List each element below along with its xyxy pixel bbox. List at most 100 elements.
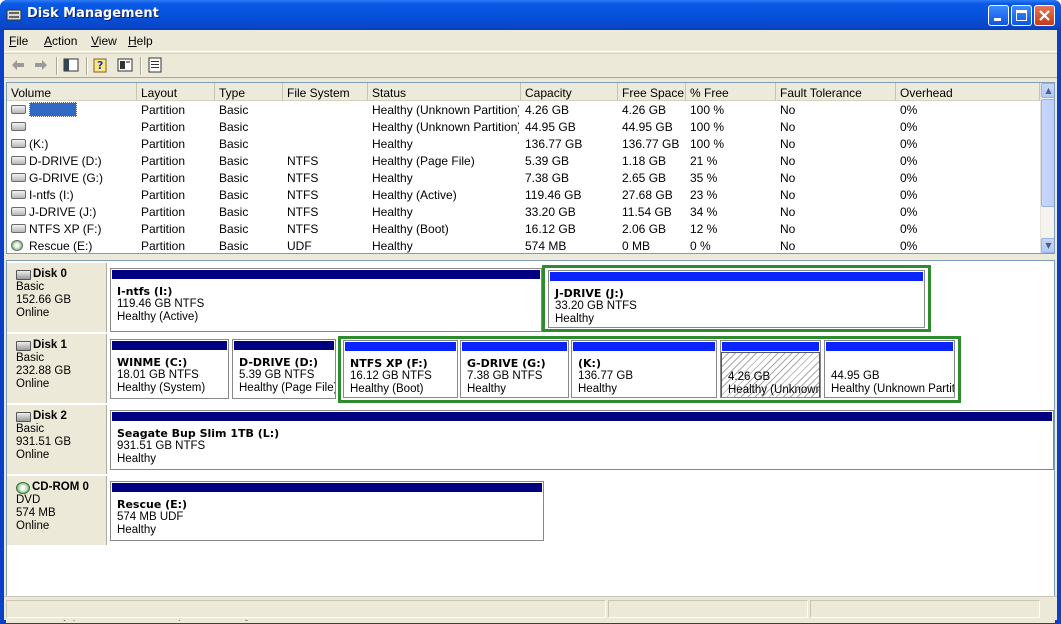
partition-color-bar (111, 482, 543, 493)
partition-block[interactable]: G-DRIVE (G:) 7.38 GB NTFS Healthy (460, 340, 569, 398)
cell-overhead: 0% (900, 239, 918, 253)
cell-free: 2.06 GB (622, 222, 667, 236)
disk-status: Online (16, 378, 50, 390)
cell-layout: Partition (141, 137, 186, 151)
partition-color-bar (461, 341, 568, 352)
forward-arrow-button[interactable] (32, 57, 50, 75)
partition-color-bar (111, 269, 541, 280)
cell-fault: No (780, 188, 796, 202)
volume-row[interactable]: NTFS XP (F:) Partition Basic NTFS Healthy (B… (7, 220, 1040, 237)
title-bar[interactable]: Disk Management (0, 0, 1061, 30)
volume-row[interactable]: I-ntfs (I:) Partition Basic NTFS Healthy (Ac… (7, 186, 1040, 203)
partition-color-bar (549, 271, 924, 282)
partition-block[interactable]: Rescue (E:) 574 MB UDF Healthy (110, 481, 544, 541)
partition-name: I-ntfs (I:) (117, 285, 173, 298)
minimize-button[interactable] (988, 5, 1009, 26)
cell-volume: NTFS XP (F:) (29, 222, 102, 236)
disk-info[interactable]: Disk 2 Basic 931.51 GB Online (7, 405, 107, 474)
column-header-layout[interactable]: Layout (137, 83, 215, 101)
volume-list-header: Volume Layout Type File System Status Capacit… (7, 83, 1040, 101)
help-button[interactable]: ? (92, 57, 110, 75)
cell-capacity: 119.46 GB (525, 188, 582, 202)
partition-block[interactable]: I-ntfs (I:) 119.46 GB NTFS Healthy (Active… (110, 268, 542, 332)
cell-fs: NTFS (287, 205, 319, 219)
cell-type: Basic (219, 120, 249, 134)
partition-block[interactable]: J-DRIVE (J:) 33.20 GB NTFS Healthy (548, 270, 925, 328)
disk-info[interactable]: Disk 0 Basic 152.66 GB Online (7, 263, 107, 332)
show-hide-console-tree-button[interactable] (62, 57, 80, 75)
disk-info[interactable]: CD-ROM 0 DVD 574 MB Online (7, 476, 107, 545)
disk-size: 232.88 GB (16, 365, 71, 377)
menu-file[interactable]: File (9, 34, 28, 48)
column-header-overhead[interactable]: Overhead (896, 83, 1040, 101)
partition-block[interactable]: NTFS XP (F:) 16.12 GB NTFS Healthy (Boot) (343, 340, 458, 398)
column-header-fault-tolerance[interactable]: Fault Tolerance (776, 83, 896, 101)
partition-block[interactable]: WINME (C:) 18.01 GB NTFS Healthy (System) (110, 339, 229, 399)
cell-layout: Partition (141, 120, 186, 134)
cell-layout: Partition (141, 171, 186, 185)
column-header-volume[interactable]: Volume (7, 83, 137, 101)
toolbar: ? (4, 53, 1057, 78)
export-list-button[interactable] (116, 57, 134, 75)
status-pane (608, 600, 808, 618)
properties-button[interactable] (146, 57, 164, 75)
cell-status: Healthy (Page File) (372, 154, 475, 168)
volume-row[interactable]: G-DRIVE (G:) Partition Basic NTFS Healthy 7.3… (7, 169, 1040, 186)
menu-action[interactable]: Action (44, 34, 77, 48)
volume-row[interactable]: D-DRIVE (D:) Partition Basic NTFS Healthy (P… (7, 152, 1040, 169)
vertical-scrollbar[interactable]: ▲ ▼ (1040, 83, 1054, 253)
column-header-capacity[interactable]: Capacity (521, 83, 618, 101)
partition-size: 33.20 GB NTFS (555, 300, 637, 312)
cell-layout: Partition (141, 103, 186, 117)
column-header-free[interactable]: % Free (686, 83, 776, 101)
scroll-up-button[interactable]: ▲ (1041, 83, 1054, 98)
volume-list[interactable]: Volume Layout Type File System Status Capacit… (6, 82, 1055, 254)
column-header-status[interactable]: Status (368, 83, 521, 101)
column-header-type[interactable]: Type (215, 83, 283, 101)
cell-pct: 34 % (690, 205, 718, 219)
maximize-button[interactable] (1011, 5, 1032, 26)
partition-block[interactable]: 44.95 GB Healthy (Unknown Partit (824, 340, 955, 398)
scroll-thumb[interactable] (1041, 99, 1054, 207)
disk-name: CD-ROM 0 (32, 481, 89, 493)
cell-type: Basic (219, 205, 249, 219)
disk-info[interactable]: Disk 1 Basic 232.88 GB Online (7, 334, 107, 403)
disk-status: Online (16, 520, 50, 532)
drive-icon (11, 122, 26, 131)
cell-overhead: 0% (900, 137, 918, 151)
volume-row[interactable]: (K:) Partition Basic Healthy 136.77 GB 136.77… (7, 135, 1040, 152)
partition-status: Healthy (System) (117, 382, 206, 394)
partition-block[interactable]: D-DRIVE (D:) 5.39 GB NTFS Healthy (Page Fi… (232, 339, 336, 399)
cell-volume: Rescue (E:) (29, 239, 93, 253)
column-header-file-system[interactable]: File System (283, 83, 368, 101)
cell-fault: No (780, 222, 796, 236)
partition-block[interactable]: (K:) 136.77 GB Healthy (571, 340, 717, 398)
cell-type: Basic (219, 137, 249, 151)
cell-pct: 0 % (690, 239, 711, 253)
drive-icon (11, 190, 26, 199)
volume-row[interactable]: Partition Basic Healthy (Unknown Partition… (7, 118, 1040, 135)
menu-help[interactable]: Help (128, 34, 153, 48)
cell-pct: 100 % (690, 103, 725, 117)
partition-block[interactable]: Seagate Bup Slim 1TB (L:) 931.51 GB NTFS H… (110, 410, 1054, 470)
disk-name: Disk 0 (33, 268, 67, 280)
partition-color-bar (111, 411, 1053, 422)
column-header-free-space[interactable]: Free Space (618, 83, 686, 101)
cell-fault: No (780, 103, 796, 117)
volume-row[interactable]: Partition Basic Healthy (Unknown Partition… (7, 101, 1040, 118)
cell-pct: 23 % (690, 188, 718, 202)
window-title: Disk Management (27, 6, 159, 21)
back-arrow-icon (11, 59, 25, 74)
volume-row[interactable]: J-DRIVE (J:) Partition Basic NTFS Healthy 33.… (7, 203, 1040, 220)
back-arrow-button[interactable] (9, 57, 27, 75)
status-pane (6, 600, 606, 618)
volume-row[interactable]: Rescue (E:) Partition Basic UDF Healthy 574 M… (7, 237, 1040, 253)
partition-block-selected[interactable]: 4.26 GB Healthy (Unknown (720, 340, 821, 398)
cell-type: Basic (219, 171, 249, 185)
scroll-down-button[interactable]: ▼ (1041, 238, 1054, 253)
cell-status: Healthy (372, 171, 413, 185)
disk-row: Disk 1 Basic 232.88 GB Online WINME (C:)… (7, 334, 1056, 403)
menu-view[interactable]: View (91, 34, 117, 48)
cell-overhead: 0% (900, 103, 918, 117)
close-button[interactable] (1034, 5, 1055, 26)
